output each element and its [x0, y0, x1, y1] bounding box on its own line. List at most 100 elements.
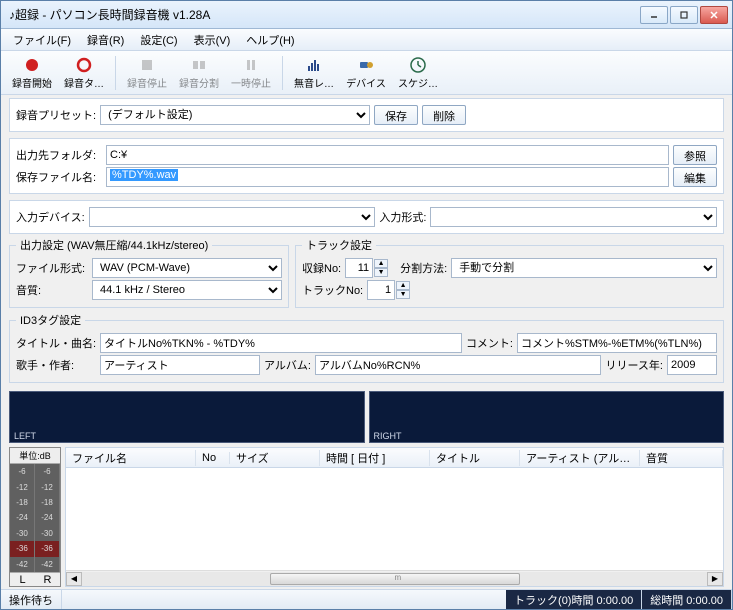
menu-help[interactable]: ヘルプ(H) [238, 29, 302, 51]
col-filename[interactable]: ファイル名 [66, 450, 196, 466]
col-quality[interactable]: 音質 [640, 450, 723, 466]
separator [115, 56, 116, 90]
output-folder-label: 出力先フォルダ: [16, 147, 102, 163]
silence-button[interactable]: 無音レ… [289, 53, 339, 93]
output-folder-input[interactable] [106, 145, 669, 165]
scroll-left-icon[interactable]: ◀ [66, 572, 82, 586]
col-size[interactable]: サイズ [230, 450, 320, 466]
list-header: ファイル名 No サイズ 時間 [ 日付 ] タイトル アーティスト (アル… … [66, 448, 723, 468]
input-format-label: 入力形式: [379, 209, 426, 225]
col-title[interactable]: タイトル [430, 450, 520, 466]
minimize-button[interactable] [640, 6, 668, 24]
meter-tick: -12 [35, 479, 60, 494]
stop-icon [138, 56, 156, 74]
titlebar: ♪超録 - パソコン長時間録音機 v1.28A [1, 1, 732, 29]
close-button[interactable] [700, 6, 728, 24]
record-start-button[interactable]: 録音開始 [7, 53, 57, 93]
preset-save-button[interactable]: 保存 [374, 105, 418, 125]
preset-select[interactable]: (デフォルト設定) [100, 105, 370, 125]
status-total-time: 総時間 0:00.00 [642, 590, 732, 609]
status-track-time: トラック(0)時間 0:00.00 [506, 590, 642, 609]
id3-comment-input[interactable] [517, 333, 717, 353]
split-label: 分割方法: [400, 260, 447, 276]
id3-legend: ID3タグ設定 [16, 312, 85, 328]
preset-delete-button[interactable]: 削除 [422, 105, 466, 125]
id3-artist-input[interactable] [100, 355, 260, 375]
meter-tick: -42 [35, 557, 60, 572]
id3-artist-label: 歌手・作者: [16, 357, 96, 373]
waveform-display: LEFT RIGHT [9, 391, 724, 443]
split-method-select[interactable]: 手動で分割 [451, 258, 717, 278]
statusbar: 操作待ち トラック(0)時間 0:00.00 総時間 0:00.00 [1, 589, 732, 609]
input-format-select[interactable] [430, 207, 717, 227]
schedule-button[interactable]: スケジ… [393, 53, 443, 93]
browse-button[interactable]: 参照 [673, 145, 717, 165]
pause-button: 一時停止 [226, 53, 276, 93]
input-device-select[interactable] [89, 207, 376, 227]
col-artist[interactable]: アーティスト (アル… [520, 450, 640, 466]
id3-title-input[interactable] [100, 333, 462, 353]
meter-tick: -6 [10, 464, 35, 479]
meter-tick: -24 [10, 510, 35, 525]
id3-comment-label: コメント: [466, 335, 513, 351]
id3-group: ID3タグ設定 タイトル・曲名: コメント: 歌手・作者: アルバム: リリース… [9, 312, 724, 383]
output-settings-legend: 出力設定 (WAV無圧縮/44.1kHz/stereo) [16, 237, 212, 253]
track-settings-legend: トラック設定 [302, 237, 376, 253]
separator [282, 56, 283, 90]
meter-tick: -6 [35, 464, 60, 479]
app-window: ♪超録 - パソコン長時間録音機 v1.28A ファイル(F) 録音(R) 設定… [0, 0, 733, 610]
record-split-button: 録音分割 [174, 53, 224, 93]
menu-view[interactable]: 表示(V) [186, 29, 239, 51]
pause-icon [242, 56, 260, 74]
menu-file[interactable]: ファイル(F) [5, 29, 79, 51]
device-button[interactable]: デバイス [341, 53, 391, 93]
edit-button[interactable]: 編集 [673, 167, 717, 187]
meter-tick: -18 [10, 495, 35, 510]
meter-l-label: L [10, 573, 35, 586]
file-format-label: ファイル形式: [16, 260, 88, 276]
record-icon [23, 56, 41, 74]
window-title: ♪超録 - パソコン長時間録音機 v1.28A [5, 6, 640, 23]
list-body[interactable] [66, 468, 723, 570]
col-no[interactable]: No [196, 452, 230, 464]
clock-icon [409, 56, 427, 74]
track-no-spinner[interactable]: ▲▼ [367, 280, 410, 300]
meter-tick: -36 [10, 541, 35, 556]
toolbar: 録音開始 録音タ… 録音停止 録音分割 一時停止 無音レ… デバイス スケジ… [1, 51, 732, 95]
track-settings-group: トラック設定 収録No: ▲▼ 分割方法: 手動で分割 トラックNo: ▲▼ [295, 237, 724, 308]
split-icon [190, 56, 208, 74]
meter-tick: -30 [10, 526, 35, 541]
horizontal-scrollbar[interactable]: ◀ m ▶ [66, 570, 723, 586]
preset-label: 録音プリセット: [16, 107, 96, 123]
status-ready: 操作待ち [1, 590, 62, 609]
record-stop-button: 録音停止 [122, 53, 172, 93]
spin-down-icon[interactable]: ▼ [374, 268, 388, 277]
record-timer-button[interactable]: 録音タ… [59, 53, 109, 93]
spin-down-icon[interactable]: ▼ [396, 290, 410, 299]
track-no-label: トラックNo: [302, 282, 363, 298]
spin-up-icon[interactable]: ▲ [374, 259, 388, 268]
menubar: ファイル(F) 録音(R) 設定(C) 表示(V) ヘルプ(H) [1, 29, 732, 51]
id3-year-label: リリース年: [605, 357, 663, 373]
spin-up-icon[interactable]: ▲ [396, 281, 410, 290]
id3-album-input[interactable] [315, 355, 602, 375]
id3-title-label: タイトル・曲名: [16, 335, 96, 351]
file-format-select[interactable]: WAV (PCM-Wave) [92, 258, 282, 278]
id3-year-input[interactable] [667, 355, 717, 375]
col-time-date[interactable]: 時間 [ 日付 ] [320, 450, 430, 466]
meter-tick: -30 [35, 526, 60, 541]
maximize-button[interactable] [670, 6, 698, 24]
meter-tick: -18 [35, 495, 60, 510]
menu-settings[interactable]: 設定(C) [132, 29, 185, 51]
input-device-label: 入力デバイス: [16, 209, 85, 225]
menu-record[interactable]: 録音(R) [79, 29, 132, 51]
quality-label: 音質: [16, 282, 88, 298]
device-icon [357, 56, 375, 74]
scroll-right-icon[interactable]: ▶ [707, 572, 723, 586]
rec-no-spinner[interactable]: ▲▼ [345, 258, 388, 278]
meter-tick: -36 [35, 541, 60, 556]
quality-select[interactable]: 44.1 kHz / Stereo [92, 280, 282, 300]
output-panel: 出力先フォルダ: 参照 保存ファイル名: %TDY%.wav 編集 [9, 138, 724, 194]
meter-r-label: R [35, 573, 60, 586]
filename-input[interactable]: %TDY%.wav [106, 167, 669, 187]
